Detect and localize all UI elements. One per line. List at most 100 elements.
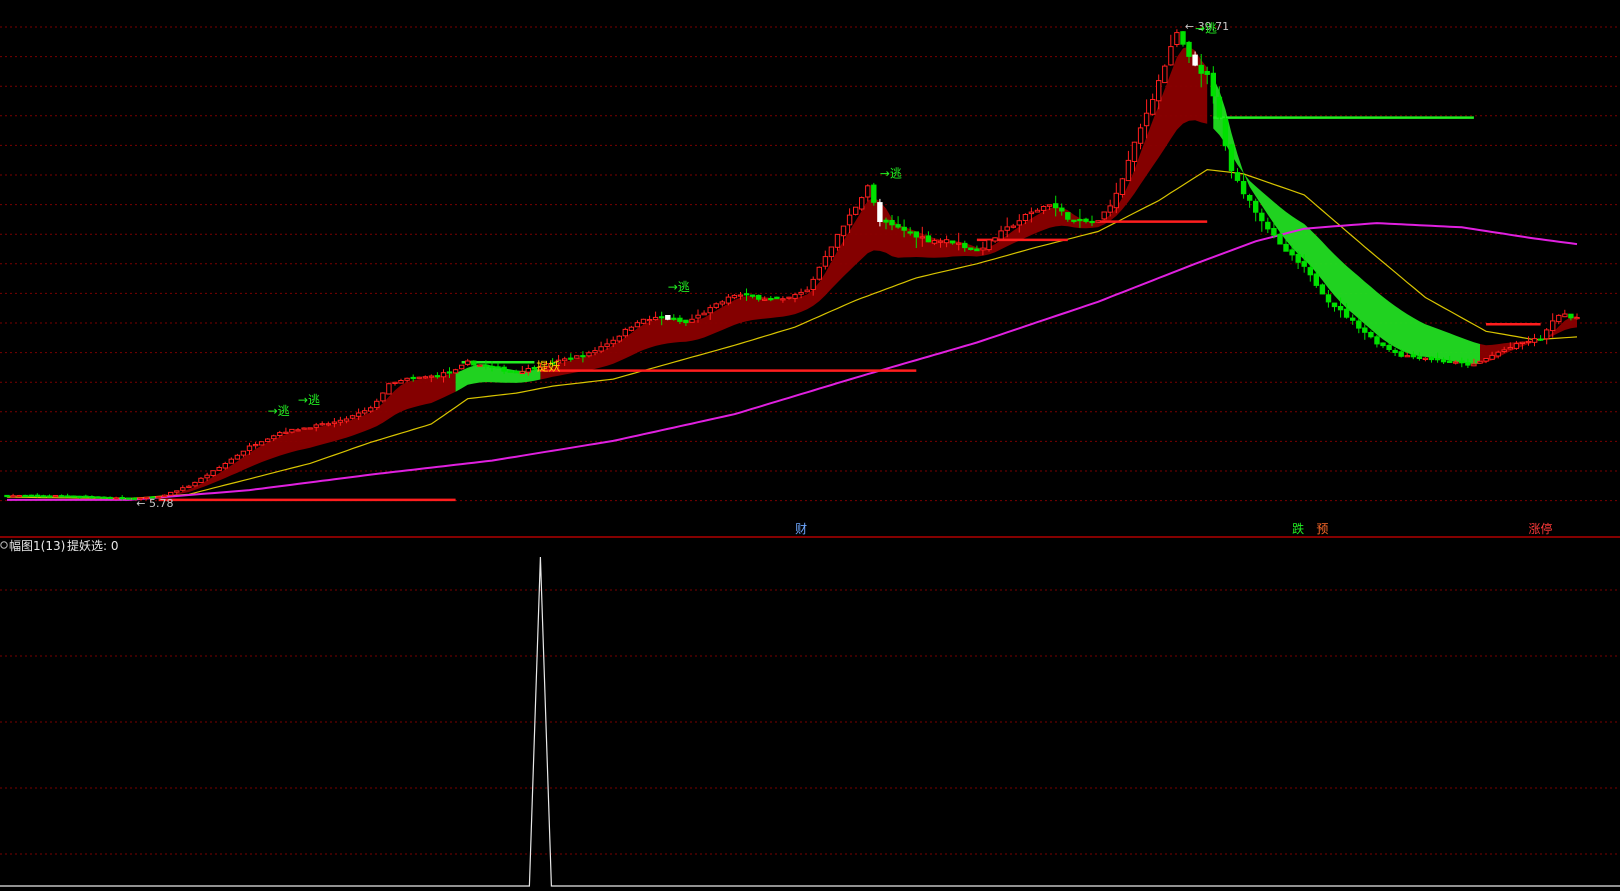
candle[interactable] bbox=[416, 376, 422, 379]
candle[interactable] bbox=[301, 427, 307, 430]
candle-body bbox=[1040, 206, 1047, 211]
candle-body bbox=[210, 470, 216, 477]
candle-body bbox=[4, 494, 10, 498]
candle-body bbox=[1356, 320, 1362, 329]
candle-body bbox=[1507, 347, 1513, 350]
candle[interactable] bbox=[986, 239, 992, 252]
tiyao-signal-label: 提妖 bbox=[536, 358, 560, 373]
candle-body bbox=[1077, 219, 1083, 222]
candle-body bbox=[695, 314, 701, 319]
candle[interactable] bbox=[1119, 177, 1126, 198]
candle-body bbox=[452, 369, 459, 374]
candle-body bbox=[1362, 327, 1368, 333]
candle[interactable] bbox=[1222, 115, 1229, 151]
candle[interactable] bbox=[380, 392, 386, 403]
candle-body bbox=[1083, 218, 1089, 222]
candle-body bbox=[665, 315, 671, 320]
candle-body bbox=[1380, 342, 1386, 347]
candle[interactable] bbox=[859, 196, 865, 211]
candle[interactable] bbox=[265, 438, 271, 443]
candle[interactable] bbox=[307, 427, 313, 430]
candle-body bbox=[853, 206, 859, 215]
candle[interactable] bbox=[1101, 211, 1107, 221]
candle[interactable] bbox=[574, 355, 580, 359]
candle[interactable] bbox=[125, 497, 131, 500]
candle[interactable] bbox=[198, 477, 204, 484]
candle-body bbox=[1053, 203, 1059, 209]
candle[interactable] bbox=[1313, 271, 1319, 288]
candle-body bbox=[756, 294, 762, 300]
candle-body bbox=[1016, 220, 1022, 226]
candle-body bbox=[1562, 313, 1568, 318]
candle-body bbox=[598, 346, 604, 352]
candle[interactable] bbox=[1162, 64, 1168, 84]
candle-body bbox=[46, 495, 53, 498]
candle[interactable] bbox=[1095, 220, 1101, 223]
candle-body bbox=[1192, 54, 1198, 66]
candle[interactable] bbox=[349, 414, 356, 420]
candle[interactable] bbox=[507, 370, 513, 373]
candle-body bbox=[83, 495, 89, 498]
candle-body bbox=[58, 495, 65, 498]
candle[interactable] bbox=[71, 495, 77, 498]
candle-body bbox=[1204, 71, 1210, 75]
candle-body bbox=[222, 463, 229, 469]
candle-body bbox=[925, 235, 932, 243]
candle[interactable] bbox=[459, 364, 465, 370]
candle-body bbox=[768, 298, 774, 301]
candle[interactable] bbox=[816, 266, 822, 281]
candle-body bbox=[634, 322, 641, 328]
candle-body bbox=[762, 298, 768, 301]
candle[interactable] bbox=[477, 364, 483, 367]
candle[interactable] bbox=[16, 494, 22, 498]
candle-body bbox=[368, 407, 374, 412]
candle-body bbox=[374, 400, 380, 409]
candle-body bbox=[440, 372, 447, 378]
candle-body bbox=[859, 197, 865, 210]
candle-body bbox=[34, 494, 41, 497]
candle-body bbox=[459, 364, 465, 370]
candle-body bbox=[683, 319, 689, 324]
candle-body bbox=[16, 495, 22, 498]
candle[interactable] bbox=[22, 494, 28, 498]
candle[interactable] bbox=[640, 318, 647, 325]
candle[interactable] bbox=[95, 496, 101, 499]
candle-body bbox=[71, 495, 77, 498]
candle-body bbox=[240, 450, 247, 456]
candle-body bbox=[246, 445, 253, 452]
candle-body bbox=[192, 481, 198, 487]
bottom-marker-label: 涨停 bbox=[1529, 521, 1553, 536]
candle-body bbox=[562, 358, 568, 362]
chart-canvas: ← 39.71← 5.78→逃→逃→逃→逃→逃提妖 财跌预涨停 幅图1(13) … bbox=[0, 0, 1620, 891]
candle-body bbox=[446, 371, 453, 374]
candle-body bbox=[1331, 302, 1338, 308]
candle[interactable] bbox=[665, 315, 671, 321]
candle[interactable] bbox=[871, 182, 877, 206]
candle-body bbox=[1210, 72, 1216, 97]
candle[interactable] bbox=[52, 495, 59, 498]
candle-body bbox=[495, 366, 501, 369]
candle-body bbox=[483, 364, 489, 367]
candle-body bbox=[471, 360, 477, 366]
candle[interactable] bbox=[452, 368, 459, 374]
candle[interactable] bbox=[168, 491, 174, 497]
candle-body bbox=[228, 458, 235, 464]
candle[interactable] bbox=[258, 441, 265, 446]
candle-body bbox=[671, 317, 677, 320]
candle[interactable] bbox=[4, 494, 10, 498]
candle[interactable] bbox=[622, 327, 628, 338]
candle-body bbox=[1434, 358, 1441, 361]
candle[interactable] bbox=[210, 470, 216, 477]
candle[interactable] bbox=[853, 206, 859, 216]
candle-body bbox=[107, 496, 113, 500]
candle[interactable] bbox=[1277, 232, 1283, 245]
candle[interactable] bbox=[1180, 31, 1186, 47]
candle[interactable] bbox=[386, 382, 392, 395]
candle-body bbox=[234, 454, 241, 460]
candle-body bbox=[883, 219, 889, 223]
candle[interactable] bbox=[1477, 360, 1483, 364]
candle[interactable] bbox=[774, 296, 780, 300]
candle[interactable] bbox=[28, 494, 35, 497]
candle-body bbox=[937, 240, 944, 243]
candle[interactable] bbox=[1319, 283, 1326, 295]
